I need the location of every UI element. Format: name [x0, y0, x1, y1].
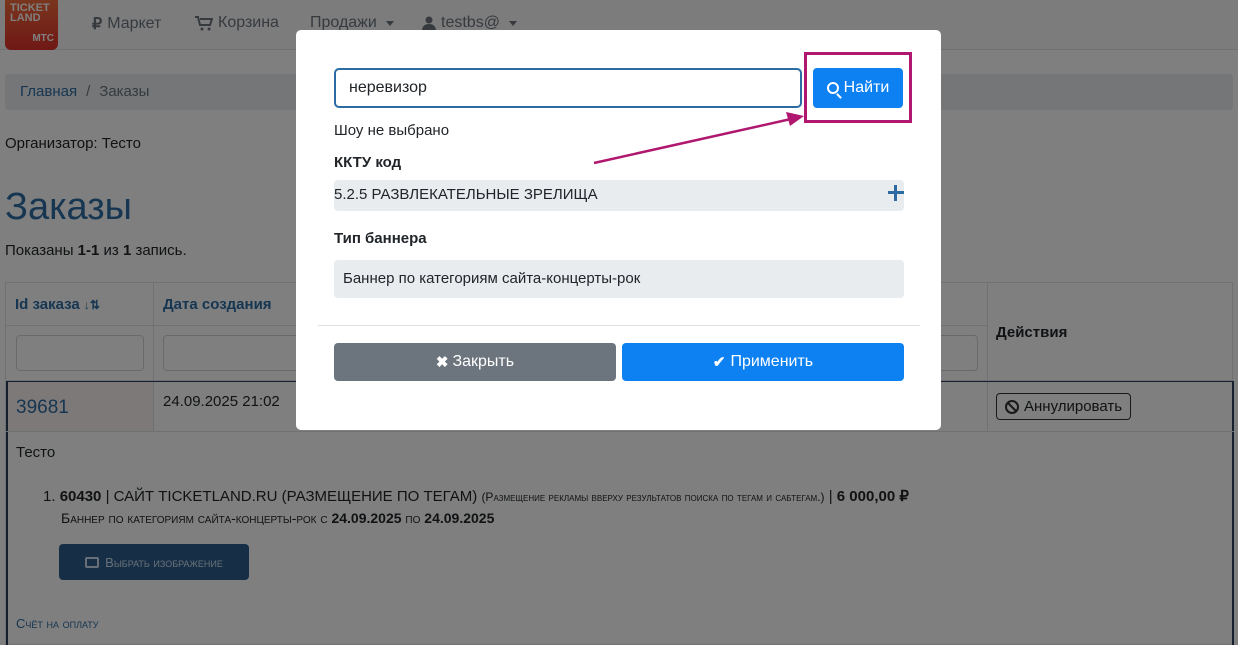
- check-icon: ✔: [712, 354, 726, 371]
- banner-type-label: Тип баннера: [334, 230, 427, 247]
- plus-icon[interactable]: [888, 185, 904, 201]
- show-status-text: Шоу не выбрано: [334, 122, 450, 139]
- apply-button[interactable]: ✔ Применить: [622, 343, 904, 381]
- close-button[interactable]: ✖ Закрыть: [334, 343, 616, 381]
- annotation-highlight-box: [804, 52, 912, 123]
- kktu-label: ККТУ код: [334, 154, 402, 171]
- show-search-modal: Найти Шоу не выбрано ККТУ код 5.2.5 РАЗВ…: [296, 30, 941, 430]
- kktu-value-field: 5.2.5 РАЗВЛЕКАТЕЛЬНЫЕ ЗРЕЛИЩА: [334, 180, 904, 211]
- banner-type-field: Баннер по категориям сайта-концерты-рок: [334, 260, 904, 298]
- close-icon: ✖: [435, 354, 449, 371]
- show-search-input[interactable]: [334, 68, 802, 108]
